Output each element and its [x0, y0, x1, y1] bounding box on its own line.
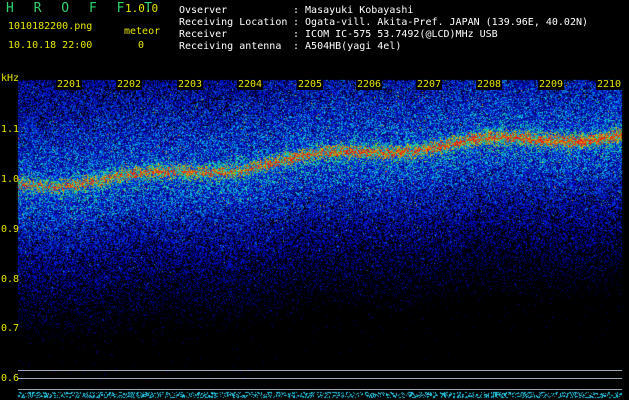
x-tick-label: 2206 [356, 79, 383, 90]
y-tick-label: 1.0 [1, 174, 20, 185]
baseline-marker [18, 389, 622, 390]
meteor-label: meteor [124, 26, 161, 37]
location-value: : Ogata-vill. Akita-Pref. JAPAN (139.96E… [293, 17, 589, 28]
x-tick-label: 2207 [416, 79, 443, 90]
x-tick-label: 2203 [177, 79, 204, 90]
antenna-label: Receiving antenna [179, 41, 282, 52]
spectrogram-plot [0, 0, 629, 400]
x-tick-label: 2202 [116, 79, 143, 90]
y-tick-label: 0.6 [1, 373, 20, 384]
x-tick-label: 2205 [297, 79, 324, 90]
y-axis-unit: kHz [1, 73, 20, 84]
file-name: 1010182200.png [8, 21, 93, 32]
y-tick-label: 1.1 [1, 124, 20, 135]
x-tick-label: 2204 [237, 79, 264, 90]
antenna-value: : A504HB(yagi 4el) [293, 41, 402, 52]
baseline-marker [18, 370, 622, 371]
app-version: 1.0.0 [125, 2, 159, 15]
file-datetime: 10.10.18 22:00 [8, 40, 93, 51]
receiver-value: : ICOM IC-575 53.7492(@LCD)MHz USB [293, 29, 498, 40]
x-tick-label: 2208 [476, 79, 503, 90]
y-tick-label: 0.9 [1, 224, 20, 235]
observer-value: : Masayuki Kobayashi [293, 5, 414, 16]
receiver-label: Receiver [179, 29, 228, 40]
y-tick-label: 0.7 [1, 323, 20, 334]
y-tick-label: 0.8 [1, 274, 20, 285]
x-tick-label: 2209 [538, 79, 565, 90]
observer-label: Ovserver [179, 5, 228, 16]
baseline-marker [18, 378, 622, 379]
meteor-count: 0 [138, 40, 145, 51]
x-tick-label: 2201 [56, 79, 83, 90]
location-label: Receiving Location [179, 17, 288, 28]
x-tick-label: 2210 [596, 79, 623, 90]
